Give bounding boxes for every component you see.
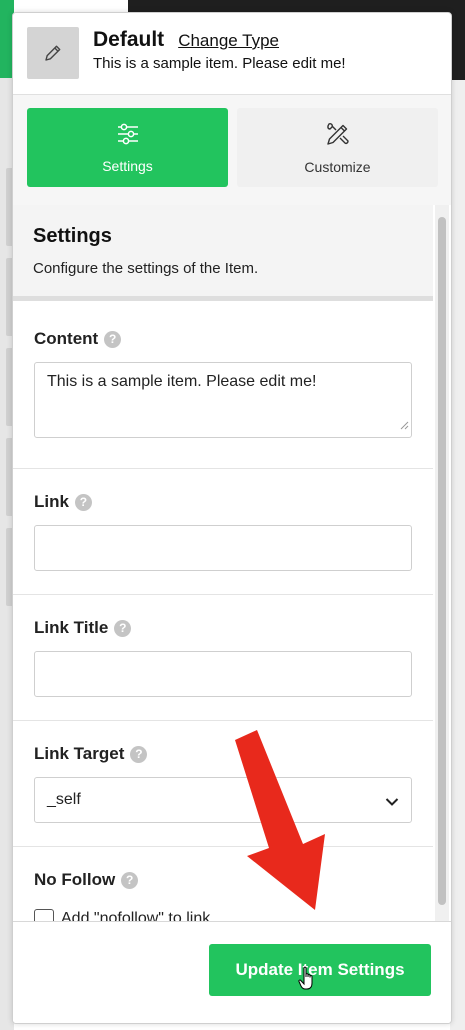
tab-settings[interactable]: Settings <box>27 108 228 187</box>
tab-bar: Settings Customize <box>13 95 451 205</box>
link-target-value: _self <box>47 791 81 808</box>
content-field-group: Content ? This is a sample item. Please … <box>13 306 433 469</box>
background-right-column <box>450 80 465 1030</box>
tab-settings-label: Settings <box>102 158 153 174</box>
resize-handle-icon[interactable] <box>400 417 409 435</box>
no-follow-field-group: No Follow ? Add "nofollow" to link <box>13 847 433 921</box>
settings-section-header: Settings Configure the settings of the I… <box>13 205 433 301</box>
scrollbar-thumb[interactable] <box>438 217 446 905</box>
link-label-text: Link <box>34 492 69 511</box>
item-description: This is a sample item. Please edit me! <box>93 55 346 72</box>
panel-footer: Update Item Settings <box>13 921 451 1023</box>
no-follow-label-text: No Follow <box>34 870 116 889</box>
content-textarea[interactable]: This is a sample item. Please edit me! <box>34 362 412 438</box>
change-type-link[interactable]: Change Type <box>178 31 279 51</box>
tab-customize-label: Customize <box>304 159 371 175</box>
title-row: Default Change Type <box>93 28 279 52</box>
help-icon[interactable]: ? <box>121 871 139 889</box>
link-title-label-text: Link Title <box>34 618 109 637</box>
section-description: Configure the settings of the Item. <box>33 260 259 277</box>
background-topbar <box>128 0 465 12</box>
link-target-select[interactable]: _self <box>34 777 412 823</box>
link-target-label-text: Link Target <box>34 744 125 763</box>
item-type-name: Default <box>93 28 165 51</box>
help-icon[interactable]: ? <box>114 619 132 637</box>
link-input[interactable] <box>34 525 412 571</box>
content-label-text: Content <box>34 329 99 348</box>
no-follow-checkbox-label: Add "nofollow" to link <box>61 910 211 921</box>
red-arrow-annotation <box>235 730 325 910</box>
link-target-label: Link Target ? <box>34 744 148 764</box>
link-title-label: Link Title ? <box>34 618 132 638</box>
no-follow-checkbox[interactable] <box>34 909 54 921</box>
tab-customize[interactable]: Customize <box>237 108 438 187</box>
link-title-field-group: Link Title ? <box>13 595 433 721</box>
update-item-settings-button[interactable]: Update Item Settings <box>209 944 431 996</box>
sliders-icon <box>115 121 141 150</box>
link-title-input[interactable] <box>34 651 412 697</box>
link-target-field-group: Link Target ? _self <box>13 721 433 847</box>
content-label: Content ? <box>34 329 122 349</box>
no-follow-checkbox-row[interactable]: Add "nofollow" to link <box>34 909 210 921</box>
no-follow-label: No Follow ? <box>34 870 139 890</box>
content-value: This is a sample item. Please edit me! <box>47 373 317 390</box>
help-icon[interactable]: ? <box>130 745 148 763</box>
link-field-group: Link ? <box>13 469 433 595</box>
help-icon[interactable]: ? <box>104 330 122 348</box>
panel-header: Default Change Type This is a sample ite… <box>13 13 451 95</box>
hand-cursor-icon <box>298 966 313 990</box>
chevron-down-icon <box>385 794 399 812</box>
link-label: Link ? <box>34 492 92 512</box>
help-icon[interactable]: ? <box>74 493 92 511</box>
brush-pencil-icon <box>324 120 352 151</box>
scrollbar[interactable] <box>435 205 449 921</box>
pencil-icon <box>27 27 79 79</box>
section-title: Settings <box>33 225 112 247</box>
